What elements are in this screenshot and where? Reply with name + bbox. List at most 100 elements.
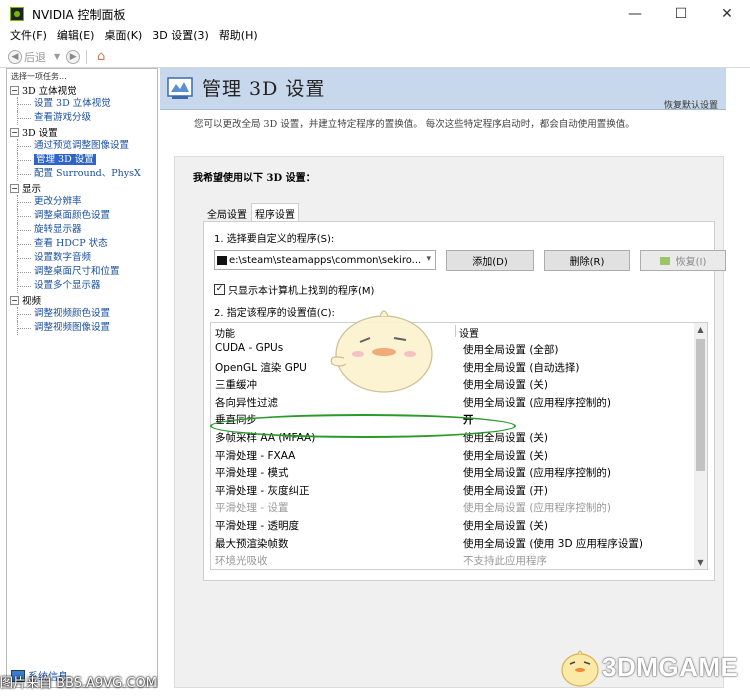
sidebar-item-game-ratings[interactable]: 查看游戏分级 — [10, 111, 158, 125]
column-header-setting[interactable]: 设置 — [459, 325, 479, 340]
setting-value-cell[interactable]: 使用全局设置 (开) — [463, 483, 548, 498]
setting-value-cell[interactable]: 使用全局设置 (应用程序控制的) — [463, 500, 611, 515]
sidebar-item-multi-display[interactable]: 设置多个显示器 — [10, 279, 158, 293]
table-scrollbar[interactable]: ▲ ▼ — [694, 323, 707, 569]
tree-category-stereo[interactable]: − 3D 立体视觉 — [10, 83, 158, 97]
menu-help[interactable]: 帮助(H) — [219, 27, 258, 43]
collapse-icon[interactable]: − — [10, 183, 19, 193]
setting-value-cell[interactable]: 使用全局设置 (全部) — [463, 342, 559, 357]
home-icon[interactable]: ⌂ — [93, 49, 109, 65]
table-row[interactable]: 三重缓冲 使用全局设置 (关) — [211, 375, 695, 393]
sidebar-item-rotate[interactable]: 旋转显示器 — [10, 223, 158, 237]
table-row[interactable]: 最大预渲染帧数 使用全局设置 (使用 3D 应用程序设置) — [211, 534, 695, 552]
table-row[interactable]: 垂直同步 开 — [211, 410, 695, 428]
column-divider[interactable] — [455, 325, 456, 337]
column-header-feature[interactable]: 功能 — [215, 325, 235, 340]
table-row[interactable]: 环境光吸收 不支持此应用程序 — [211, 551, 695, 569]
table-row[interactable]: OpenGL 渲染 GPU 使用全局设置 (自动选择) — [211, 358, 695, 376]
sidebar-item-digital-audio[interactable]: 设置数字音频 — [10, 251, 158, 265]
scroll-thumb[interactable] — [696, 339, 705, 471]
table-row[interactable]: 平滑处理 - 设置 使用全局设置 (应用程序控制的) — [211, 498, 695, 516]
setting-value-cell[interactable]: 开 — [463, 412, 474, 427]
setting-value-cell[interactable]: 使用全局设置 (关) — [463, 518, 548, 533]
collapse-icon[interactable]: − — [10, 127, 19, 137]
table-row[interactable]: 平滑处理 - 模式 使用全局设置 (应用程序控制的) — [211, 463, 695, 481]
table-row[interactable]: 平滑处理 - FXAA 使用全局设置 (关) — [211, 446, 695, 464]
setting-value-cell[interactable]: 使用全局设置 (关) — [463, 377, 548, 392]
program-dropdown[interactable]: e:\steam\steamapps\common\sekiro... ▾ — [214, 250, 436, 270]
watermark-3dmgame: 3DMGAME — [556, 644, 738, 690]
table-row[interactable]: 多帧采样 AA (MFAA) 使用全局设置 (关) — [211, 428, 695, 446]
menu-desktop[interactable]: 桌面(K) — [104, 27, 142, 43]
chevron-down-icon[interactable]: ▼ — [54, 52, 60, 61]
sidebar-item-video-image[interactable]: 调整视频图像设置 — [10, 321, 158, 335]
settings-table: 功能 设置 CUDA - GPUs 使用全局设置 (全部) OpenGL 渲染 GP… — [210, 322, 708, 570]
feature-cell: 平滑处理 - 设置 — [215, 502, 289, 515]
tree-category-display[interactable]: − 显示 — [10, 181, 158, 195]
restore-button-label: 恢复(I) — [675, 257, 707, 268]
restore-program-button[interactable]: 恢复(I) — [640, 250, 726, 271]
checkbox-label: 只显示本计算机上找到的程序(M) — [228, 286, 375, 297]
collapse-icon[interactable]: − — [10, 85, 19, 95]
forward-arrow-icon[interactable]: ▶ — [66, 49, 81, 64]
menu-file[interactable]: 文件(F) — [10, 27, 47, 43]
table-row[interactable]: 各向异性过滤 使用全局设置 (应用程序控制的) — [211, 393, 695, 411]
feature-cell: 平滑处理 - 透明度 — [215, 519, 299, 532]
sidebar-item-preview-adjust[interactable]: 通过预览调整图像设置 — [10, 139, 158, 153]
show-local-programs-checkbox[interactable]: ✓ 只显示本计算机上找到的程序(M) — [214, 282, 374, 297]
select-program-label: 1. 选择要自定义的程序(S): — [214, 234, 335, 245]
setting-value-cell[interactable]: 使用全局设置 (关) — [463, 430, 548, 445]
setting-value-cell[interactable]: 使用全局设置 (使用 3D 应用程序设置) — [463, 536, 643, 551]
feature-cell: 平滑处理 - 模式 — [215, 467, 289, 480]
nvidia-small-icon — [659, 256, 670, 265]
table-row[interactable]: CUDA - GPUs 使用全局设置 (全部) — [211, 340, 695, 358]
3d-settings-icon — [167, 77, 193, 99]
specify-settings-label: 2. 指定该程序的设置值(C): — [214, 308, 335, 319]
sidebar-item-setup-stereo[interactable]: 设置 3D 立体视觉 — [10, 97, 158, 111]
window-controls: — ☐ ✕ — [612, 0, 750, 28]
sidebar-item-video-color[interactable]: 调整视频颜色设置 — [10, 307, 158, 321]
setting-value-cell[interactable]: 使用全局设置 (应用程序控制的) — [463, 395, 611, 410]
menu-edit[interactable]: 编辑(E) — [57, 27, 95, 43]
collapse-icon[interactable]: − — [10, 295, 19, 305]
setting-value-cell[interactable]: 使用全局设置 (自动选择) — [463, 360, 580, 375]
program-path: e:\steam\steamapps\common\sekiro... — [229, 254, 422, 266]
sidebar-item-surround-physx[interactable]: 配置 Surround、PhysX — [10, 167, 158, 181]
scroll-up-icon[interactable]: ▲ — [694, 323, 707, 336]
sidebar-item-hdcp[interactable]: 查看 HDCP 状态 — [10, 237, 158, 251]
toolbar-divider — [86, 49, 88, 64]
setting-value-cell[interactable]: 使用全局设置 (应用程序控制的) — [463, 465, 611, 480]
table-row[interactable]: 平滑处理 - 灰度纠正 使用全局设置 (开) — [211, 481, 695, 499]
feature-cell: CUDA - GPUs — [215, 342, 284, 354]
minimize-button[interactable]: — — [612, 0, 658, 28]
tree-category-3d-settings[interactable]: − 3D 设置 — [10, 125, 158, 139]
setting-value-cell[interactable]: 使用全局设置 (关) — [463, 448, 548, 463]
window-title: NVIDIA 控制面板 — [32, 7, 126, 22]
tree-category-video[interactable]: − 视频 — [10, 293, 158, 307]
task-sidebar: 选择一项任务... − 3D 立体视觉 设置 3D 立体视觉 查看游戏分级 − … — [6, 68, 158, 688]
table-row[interactable]: 平滑处理 - 透明度 使用全局设置 (关) — [211, 516, 695, 534]
page-header: 管理 3D 设置 恢复默认设置 — [160, 68, 726, 111]
maximize-button[interactable]: ☐ — [658, 0, 704, 28]
watermark-source: 图片来自 BBS.A9VG.COM — [0, 676, 157, 691]
sidebar-item-desktop-color[interactable]: 调整桌面颜色设置 — [10, 209, 158, 223]
sidebar-item-manage-3d[interactable]: 管理 3D 设置 — [10, 153, 158, 167]
add-program-button[interactable]: 添加(D) — [446, 250, 534, 271]
restore-defaults-link[interactable]: 恢复默认设置 — [664, 98, 718, 111]
program-settings-body: 1. 选择要自定义的程序(S): e:\steam\steamapps\comm… — [203, 221, 726, 581]
watermark-brand: 3DMGAME — [602, 651, 739, 682]
scroll-down-icon[interactable]: ▼ — [694, 556, 707, 569]
menu-3d-settings[interactable]: 3D 设置(3) — [152, 27, 209, 43]
menu-bar: 文件(F) 编辑(E) 桌面(K) 3D 设置(3) 帮助(H) — [0, 26, 750, 44]
title-bar: NVIDIA 控制面板 — ☐ ✕ — [0, 0, 750, 28]
close-button[interactable]: ✕ — [704, 0, 750, 28]
sidebar-item-desktop-size[interactable]: 调整桌面尺寸和位置 — [10, 265, 158, 279]
back-button[interactable]: ◀ 后退 ▼ — [8, 49, 60, 65]
sidebar-item-resolution[interactable]: 更改分辨率 — [10, 195, 158, 209]
feature-cell: 多帧采样 AA (MFAA) — [215, 431, 316, 444]
tree-category-label: 显示 — [22, 184, 42, 195]
chevron-down-icon: ▾ — [426, 254, 431, 264]
checkbox-check-icon[interactable]: ✓ — [214, 284, 225, 295]
setting-value-cell[interactable]: 不支持此应用程序 — [463, 553, 547, 568]
remove-program-button[interactable]: 删除(R) — [544, 250, 630, 271]
